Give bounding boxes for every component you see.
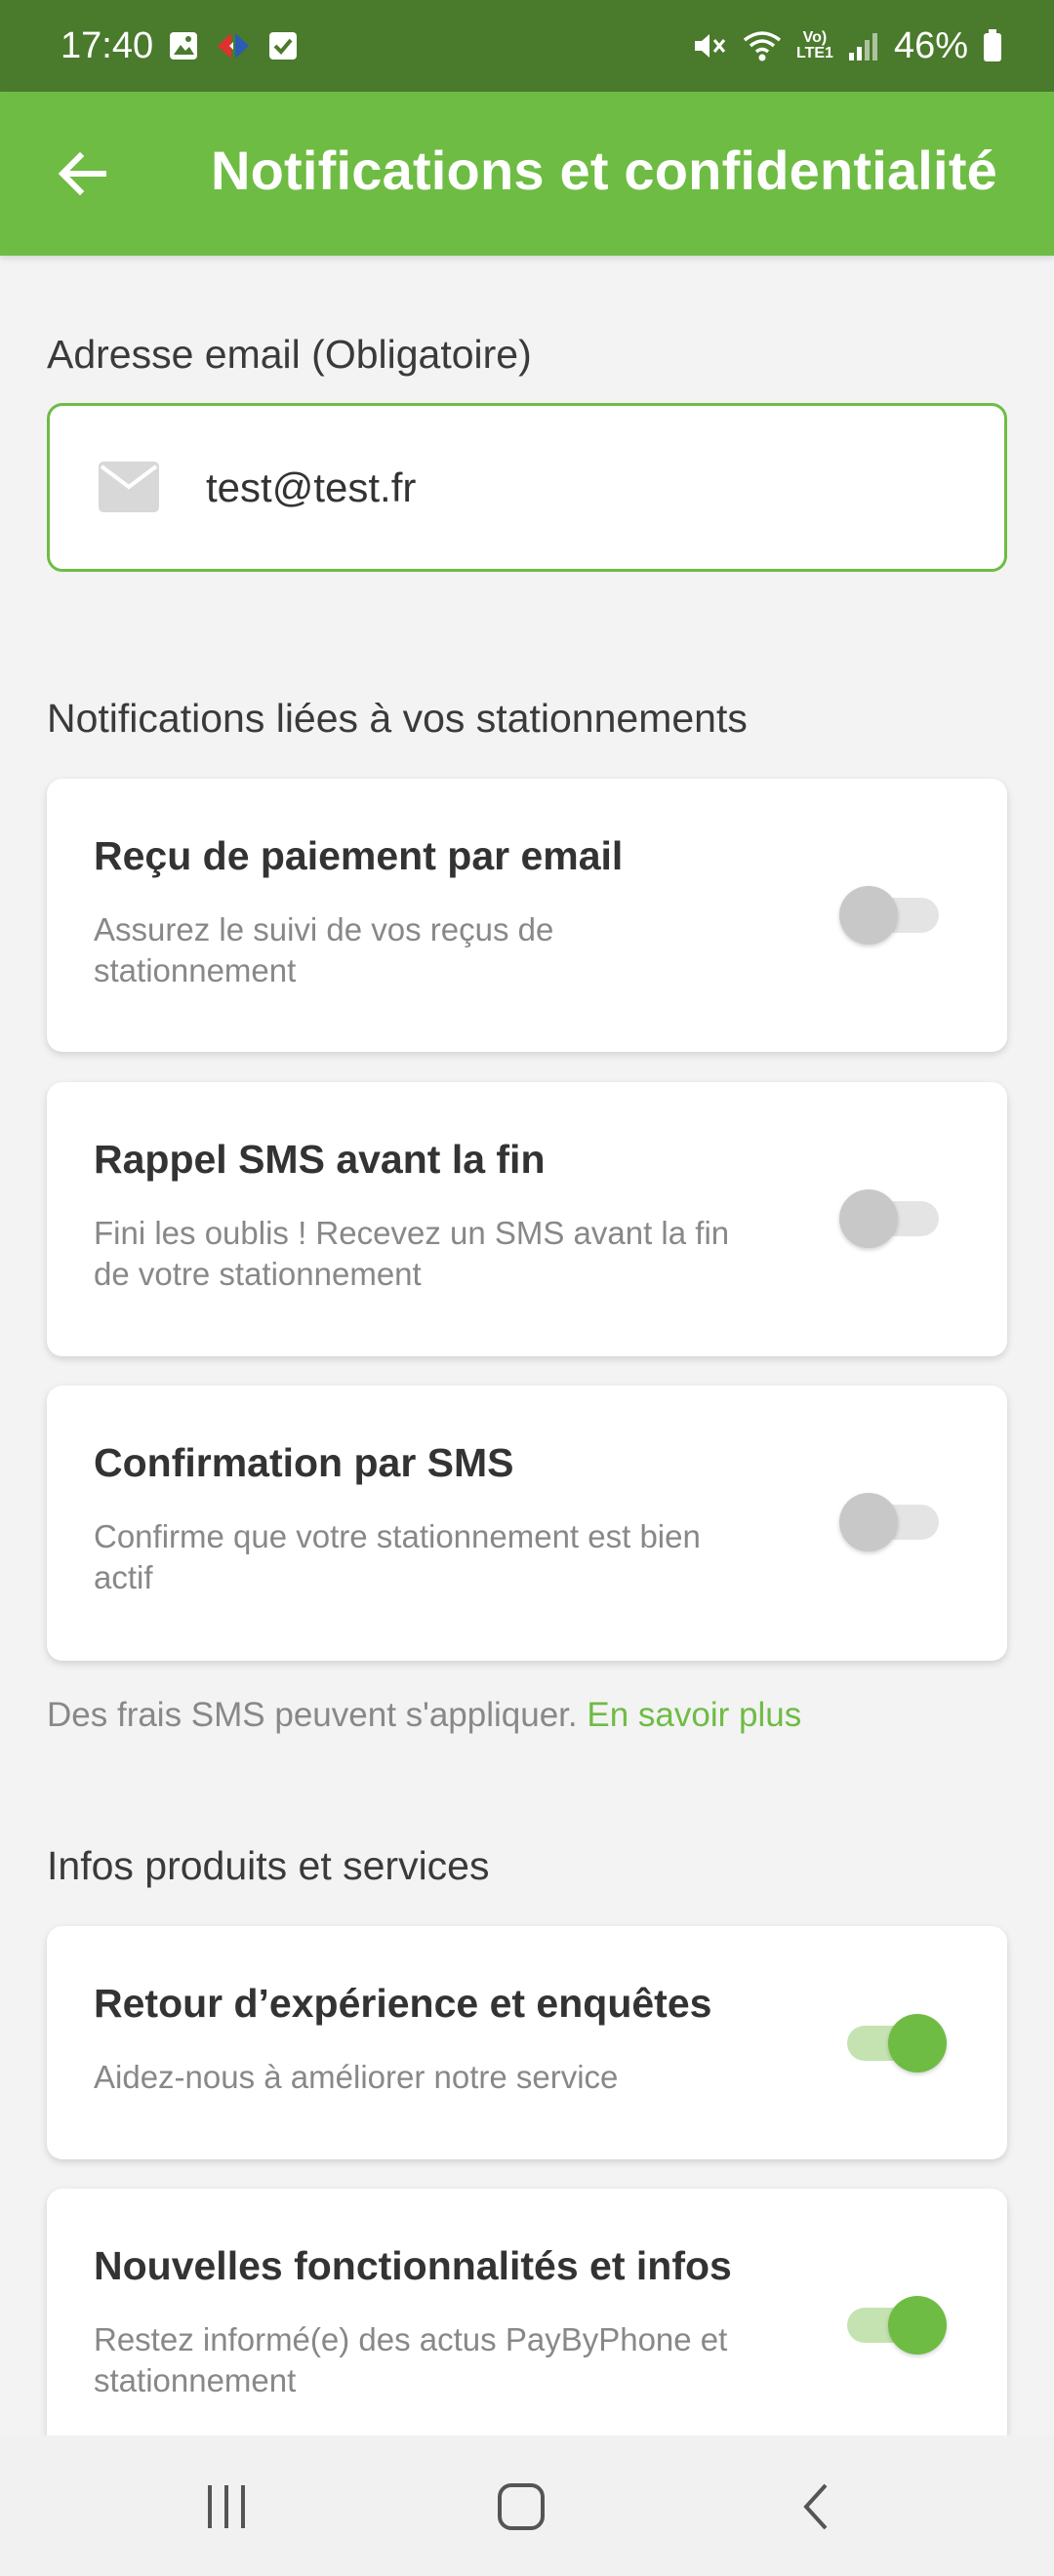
wifi-icon	[742, 28, 783, 63]
card-description: Confirme que votre stationnement est bie…	[94, 1518, 701, 1595]
info-card-new-features: Nouvelles fonctionnalités et infos Reste…	[47, 2189, 1007, 2472]
card-title: Nouvelles fonctionnalités et infos	[94, 2243, 732, 2288]
feedback-surveys-toggle[interactable]	[839, 2012, 947, 2074]
learn-more-link[interactable]: En savoir plus	[587, 1696, 801, 1734]
battery-percent: 46%	[893, 24, 968, 66]
home-icon	[498, 2483, 545, 2530]
info-card-feedback-surveys: Retour d’expérience et enquêtes Aidez-no…	[47, 1926, 1007, 2159]
email-receipt-toggle[interactable]	[839, 884, 947, 946]
sms-confirmation-toggle[interactable]	[839, 1491, 947, 1553]
volte-icon: Vo) LTE1	[796, 29, 833, 61]
card-title: Rappel SMS avant la fin	[94, 1137, 546, 1182]
card-description: Aidez-nous à améliorer notre service	[94, 2059, 619, 2095]
back-icon	[803, 2483, 828, 2530]
mute-icon	[691, 28, 728, 63]
email-value: test@test.fr	[206, 464, 417, 510]
card-title: Retour d’expérience et enquêtes	[94, 1981, 712, 2026]
notification-card-sms-confirmation: Confirmation par SMS Confirme que votre …	[47, 1386, 1007, 1661]
page-title: Notifications et confidentialité	[211, 140, 998, 201]
recent-apps-icon	[208, 2485, 245, 2528]
clock: 17:40	[61, 24, 154, 66]
card-description: Fini les oublis ! Recevez un SMS avant l…	[94, 1215, 730, 1292]
sms-fees-note: Des frais SMS peuvent s'appliquer. En sa…	[47, 1696, 802, 1734]
system-back-button[interactable]	[767, 2476, 865, 2537]
battery-icon	[982, 28, 1003, 63]
gallery-icon	[167, 29, 200, 62]
product-info-title: Infos produits et services	[47, 1843, 490, 1888]
card-description: Restez informé(e) des actus PayByPhone e…	[94, 2321, 728, 2398]
recent-apps-button[interactable]	[178, 2476, 275, 2537]
email-field[interactable]: test@test.fr	[47, 403, 1007, 572]
card-title: Confirmation par SMS	[94, 1440, 514, 1485]
system-nav-bar	[0, 2435, 1054, 2576]
home-button[interactable]	[472, 2476, 570, 2537]
app-bar: Notifications et confidentialité	[0, 92, 1054, 256]
back-button[interactable]	[43, 135, 121, 213]
status-bar: 17:40 Vo) LTE1 46%	[0, 0, 1054, 92]
mail-icon	[99, 462, 159, 512]
carrefour-icon	[214, 29, 253, 62]
email-label: Adresse email (Obligatoire)	[47, 332, 532, 377]
card-description: Assurez le suivi de vos reçus de station…	[94, 911, 554, 988]
sms-reminder-toggle[interactable]	[839, 1187, 947, 1250]
new-features-toggle[interactable]	[839, 2294, 947, 2356]
arrow-left-icon	[58, 151, 106, 196]
parking-notifications-title: Notifications liées à vos stationnements	[47, 696, 748, 741]
notification-card-email-receipt: Reçu de paiement par email Assurez le su…	[47, 779, 1007, 1052]
card-title: Reçu de paiement par email	[94, 833, 624, 878]
notification-card-sms-reminder: Rappel SMS avant la fin Fini les oublis …	[47, 1082, 1007, 1356]
checkbox-icon	[266, 29, 300, 62]
signal-icon	[847, 29, 880, 62]
